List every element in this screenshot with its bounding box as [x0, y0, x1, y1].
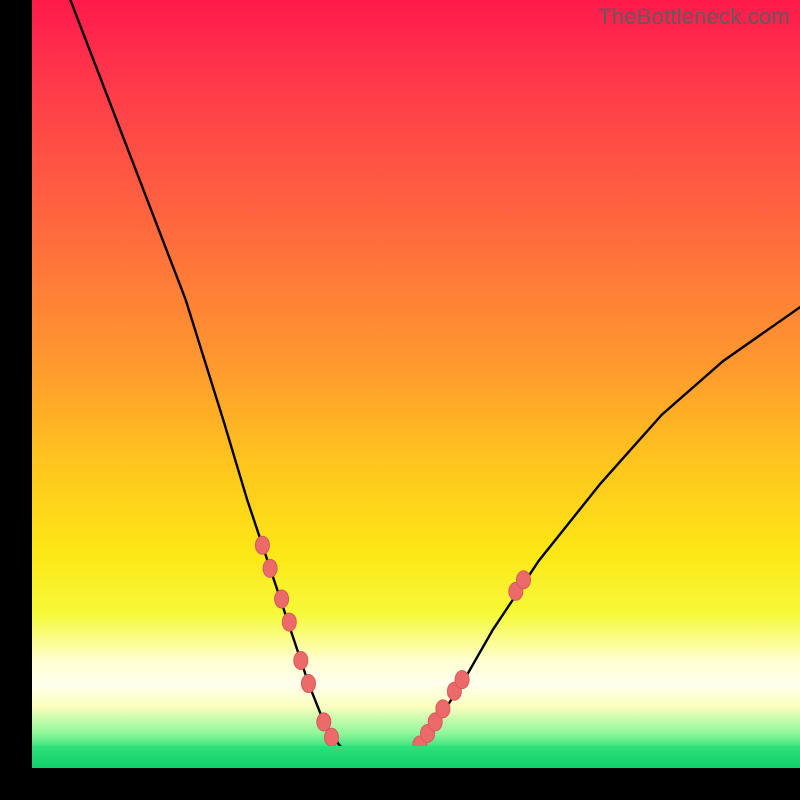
- data-bead: [455, 671, 469, 689]
- data-bead: [436, 700, 450, 718]
- data-bead: [301, 675, 315, 693]
- green-bottom-strip: [32, 746, 800, 768]
- data-bead: [282, 613, 296, 631]
- data-bead: [294, 651, 308, 669]
- beads-left-group: [255, 536, 338, 746]
- chart-frame: TheBottleneck.com: [0, 0, 800, 800]
- data-bead: [275, 590, 289, 608]
- data-bead: [517, 571, 531, 589]
- data-bead: [325, 728, 339, 746]
- data-bead: [255, 536, 269, 554]
- beads-right-group: [413, 571, 531, 754]
- bottleneck-curve: [70, 0, 800, 764]
- data-bead: [317, 713, 331, 731]
- data-bead: [263, 559, 277, 577]
- plot-area: TheBottleneck.com: [32, 0, 800, 768]
- bottleneck-curve-svg: [32, 0, 800, 768]
